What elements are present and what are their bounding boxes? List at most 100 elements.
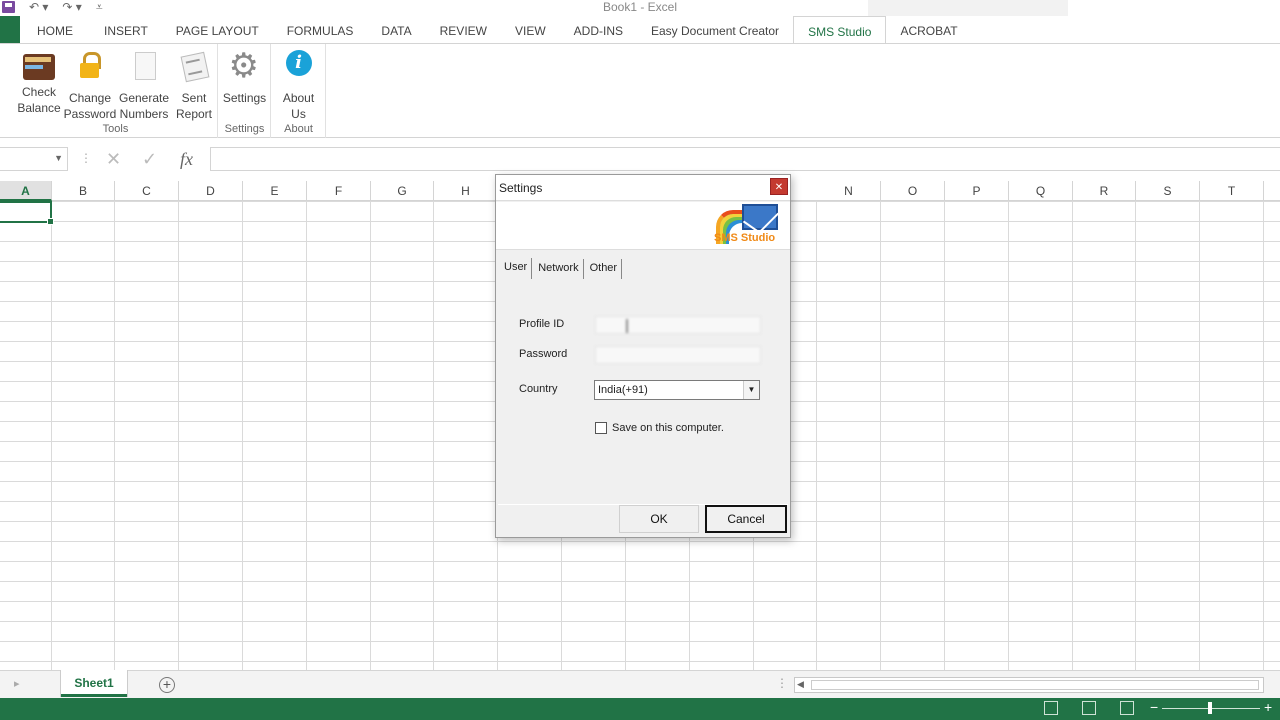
column-header-e[interactable]: E [243, 181, 307, 201]
tab-view[interactable]: VIEW [501, 16, 560, 44]
change-password-label-1: Change [68, 91, 112, 105]
group-label-settings: Settings [224, 123, 265, 135]
sheet-tab-sheet1[interactable]: Sheet1 [61, 670, 127, 697]
confirm-entry-icon[interactable]: ✓ [142, 147, 157, 171]
ribbon-tabs: HOME INSERT PAGE LAYOUT FORMULAS DATA RE… [0, 16, 1280, 45]
dialog-title-bar[interactable]: Settings ✕ [496, 175, 790, 201]
cancel-button[interactable]: Cancel [705, 505, 787, 533]
generate-numbers-button[interactable]: Generate Numbers [116, 50, 172, 122]
grid-line [1199, 201, 1200, 670]
tab-page-layout[interactable]: PAGE LAYOUT [162, 16, 273, 44]
close-icon[interactable]: ✕ [770, 178, 788, 195]
grid-line [178, 201, 179, 670]
column-header-b[interactable]: B [52, 181, 115, 201]
settings-button[interactable]: Settings [219, 46, 270, 106]
chevron-down-icon[interactable]: ▼ [54, 153, 63, 163]
scrollbar-thumb[interactable] [811, 680, 1259, 690]
password-label: Password [519, 348, 568, 360]
formula-bar: ▼ ⋮ ✕ ✓ fx [0, 147, 1280, 171]
column-header-c[interactable]: C [115, 181, 179, 201]
zoom-slider-thumb[interactable] [1208, 702, 1212, 714]
column-header-f[interactable]: F [307, 181, 371, 201]
sent-report-button[interactable]: Sent Report [172, 50, 216, 122]
generate-numbers-label-2: Numbers [119, 107, 169, 121]
settings-label: Settings [222, 91, 267, 105]
cancel-entry-icon[interactable]: ✕ [106, 147, 121, 171]
password-field[interactable] [595, 346, 761, 364]
sheet-nav-icon[interactable]: ▸ [14, 677, 20, 690]
name-box[interactable]: ▼ [0, 147, 68, 171]
grid-line [114, 201, 115, 670]
tab-network[interactable]: Network [534, 259, 584, 279]
dialog-title: Settings [499, 181, 543, 195]
wallet-icon [23, 54, 55, 80]
about-us-button[interactable]: About Us [272, 50, 325, 122]
grid-line [1135, 201, 1136, 670]
grid-line [370, 201, 371, 670]
insert-function-button[interactable]: fx [180, 147, 193, 171]
save-on-computer-checkbox[interactable] [595, 422, 607, 434]
profile-id-field[interactable] [595, 316, 761, 334]
tab-sms-studio[interactable]: SMS Studio [793, 16, 887, 45]
column-header-d[interactable]: D [179, 181, 243, 201]
column-header-g[interactable]: G [371, 181, 434, 201]
envelope-icon [742, 204, 778, 230]
country-select[interactable]: India(+91) ▼ [594, 380, 760, 400]
tab-home[interactable]: HOME [20, 16, 90, 44]
column-header-a[interactable]: A [0, 181, 52, 201]
formula-bar-grip-icon[interactable]: ⋮ [80, 151, 92, 165]
tab-insert[interactable]: INSERT [90, 16, 162, 44]
group-label-about: About [284, 123, 313, 135]
column-header-h[interactable]: H [434, 181, 498, 201]
page-break-view-icon[interactable] [1120, 701, 1134, 715]
column-header-o[interactable]: O [881, 181, 945, 201]
column-header-t[interactable]: T [1200, 181, 1264, 201]
country-label: Country [519, 383, 558, 395]
save-on-computer-label[interactable]: Save on this computer. [612, 422, 724, 434]
title-bar: ↶ ▾ ↷ ▾ ⩡ Book1 - Excel [0, 0, 1280, 16]
chevron-down-icon[interactable]: ▼ [743, 381, 759, 399]
column-header-r[interactable]: R [1073, 181, 1136, 201]
tab-review[interactable]: REVIEW [426, 16, 501, 44]
lock-icon [74, 50, 106, 82]
zoom-out-icon[interactable]: − [1150, 699, 1158, 715]
dialog-banner: SMS Studio [496, 202, 790, 250]
formula-input[interactable] [210, 147, 1280, 171]
group-about: About Us About [272, 44, 326, 138]
grid-line [1072, 201, 1073, 670]
change-password-button[interactable]: Change Password [64, 50, 116, 122]
zoom-in-icon[interactable]: + [1264, 699, 1272, 715]
tab-easy-document-creator[interactable]: Easy Document Creator [637, 16, 793, 44]
column-header-n[interactable]: N [817, 181, 881, 201]
grid-line [433, 201, 434, 670]
horizontal-scrollbar[interactable]: ◀ [794, 677, 1264, 693]
grid-line [1263, 201, 1264, 670]
tab-other[interactable]: Other [586, 259, 623, 279]
group-settings: Settings Settings [219, 44, 271, 138]
tab-add-ins[interactable]: ADD-INS [560, 16, 637, 44]
page-layout-view-icon[interactable] [1082, 701, 1096, 715]
active-cell[interactable] [0, 201, 54, 225]
add-sheet-icon[interactable]: + [159, 677, 175, 693]
grid-line [816, 201, 817, 670]
grid-line [306, 201, 307, 670]
check-balance-button[interactable]: Check Balance [14, 50, 64, 122]
settings-dialog: Settings ✕ SMS Studio User Network Other… [495, 174, 791, 538]
scroll-left-icon[interactable]: ◀ [797, 679, 804, 690]
check-balance-label-1: Check [21, 85, 56, 99]
tab-splitter-icon[interactable]: ⋮ [776, 676, 788, 690]
ok-button[interactable]: OK [619, 505, 699, 533]
tab-acrobat[interactable]: ACROBAT [886, 16, 971, 44]
column-header-p[interactable]: P [945, 181, 1009, 201]
tab-user[interactable]: User [500, 258, 533, 279]
tab-data[interactable]: DATA [367, 16, 425, 44]
generate-numbers-label-1: Generate [118, 91, 170, 105]
grid-line [944, 201, 945, 670]
normal-view-icon[interactable] [1044, 701, 1058, 715]
tab-formulas[interactable]: FORMULAS [273, 16, 368, 44]
check-balance-label-2: Balance [17, 101, 61, 115]
column-header-q[interactable]: Q [1009, 181, 1073, 201]
tab-file[interactable] [0, 16, 20, 44]
grid-line [51, 201, 52, 670]
column-header-s[interactable]: S [1136, 181, 1200, 201]
